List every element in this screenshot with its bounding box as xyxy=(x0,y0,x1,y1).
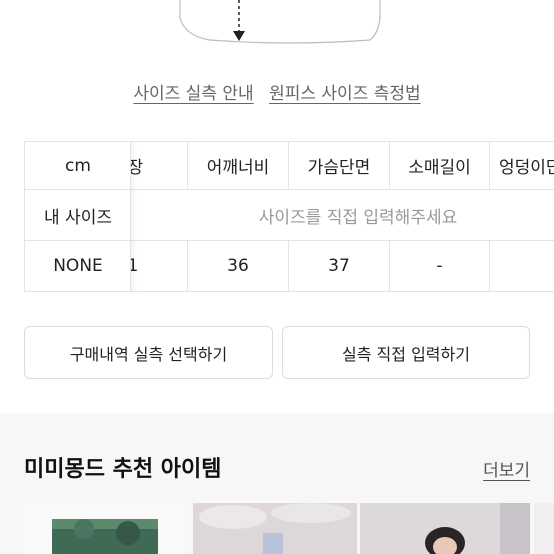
product-image xyxy=(193,503,357,554)
direct-size-input-button[interactable]: 실측 직접 입력하기 xyxy=(282,326,530,379)
size-table: 총장 어깨너비 가슴단면 소매길이 엉덩이단면 사이즈를 직접 입력해주세요 8… xyxy=(0,141,554,292)
column-header-shoulder: 어깨너비 xyxy=(188,141,289,190)
measurement-diagram xyxy=(179,0,381,44)
unit-label: cm xyxy=(25,141,131,190)
size-table-columns: 총장 어깨너비 가슴단면 소매길이 엉덩이단면 사이즈를 직접 입력해주세요 8… xyxy=(131,141,554,292)
purchase-history-size-button[interactable]: 구매내역 실측 선택하기 xyxy=(24,326,273,379)
value-hip: 48 xyxy=(490,241,554,292)
more-link[interactable]: 더보기 xyxy=(483,456,530,481)
dress-hem-outline xyxy=(179,0,381,44)
product-thumbnail[interactable] xyxy=(534,503,554,554)
value-chest: 37 xyxy=(289,241,390,292)
measure-guide-link[interactable]: 원피스 사이즈 측정법 xyxy=(269,84,421,104)
column-header-chest: 가슴단면 xyxy=(289,141,390,190)
column-header-hip: 엉덩이단면 xyxy=(490,141,554,190)
my-size-input[interactable]: 사이즈를 직접 입력해주세요 xyxy=(131,190,554,241)
column-header-sleeve: 소매길이 xyxy=(390,141,490,190)
product-thumbnail[interactable] xyxy=(193,503,357,554)
product-size-label: NONE xyxy=(25,241,131,292)
product-thumbnail[interactable] xyxy=(360,503,530,554)
size-table-label-column: cm 내 사이즈 NONE xyxy=(24,141,131,292)
size-guide-link[interactable]: 사이즈 실측 안내 xyxy=(133,84,253,104)
product-thumbnail[interactable] xyxy=(24,503,184,554)
value-sleeve: - xyxy=(390,241,490,292)
length-arrow-head xyxy=(233,31,245,41)
product-image xyxy=(360,503,530,554)
product-image xyxy=(52,519,158,554)
recommend-title: 미미몽드 추천 아이템 xyxy=(24,457,222,482)
column-header-length: 총장 xyxy=(131,141,188,190)
my-size-label: 내 사이즈 xyxy=(25,190,131,241)
value-length: 81 xyxy=(131,241,188,292)
size-guide-links: 사이즈 실측 안내 원피스 사이즈 측정법 xyxy=(0,79,554,104)
size-table-scroll-area[interactable]: 총장 어깨너비 가슴단면 소매길이 엉덩이단면 사이즈를 직접 입력해주세요 8… xyxy=(131,141,554,292)
value-shoulder: 36 xyxy=(188,241,289,292)
